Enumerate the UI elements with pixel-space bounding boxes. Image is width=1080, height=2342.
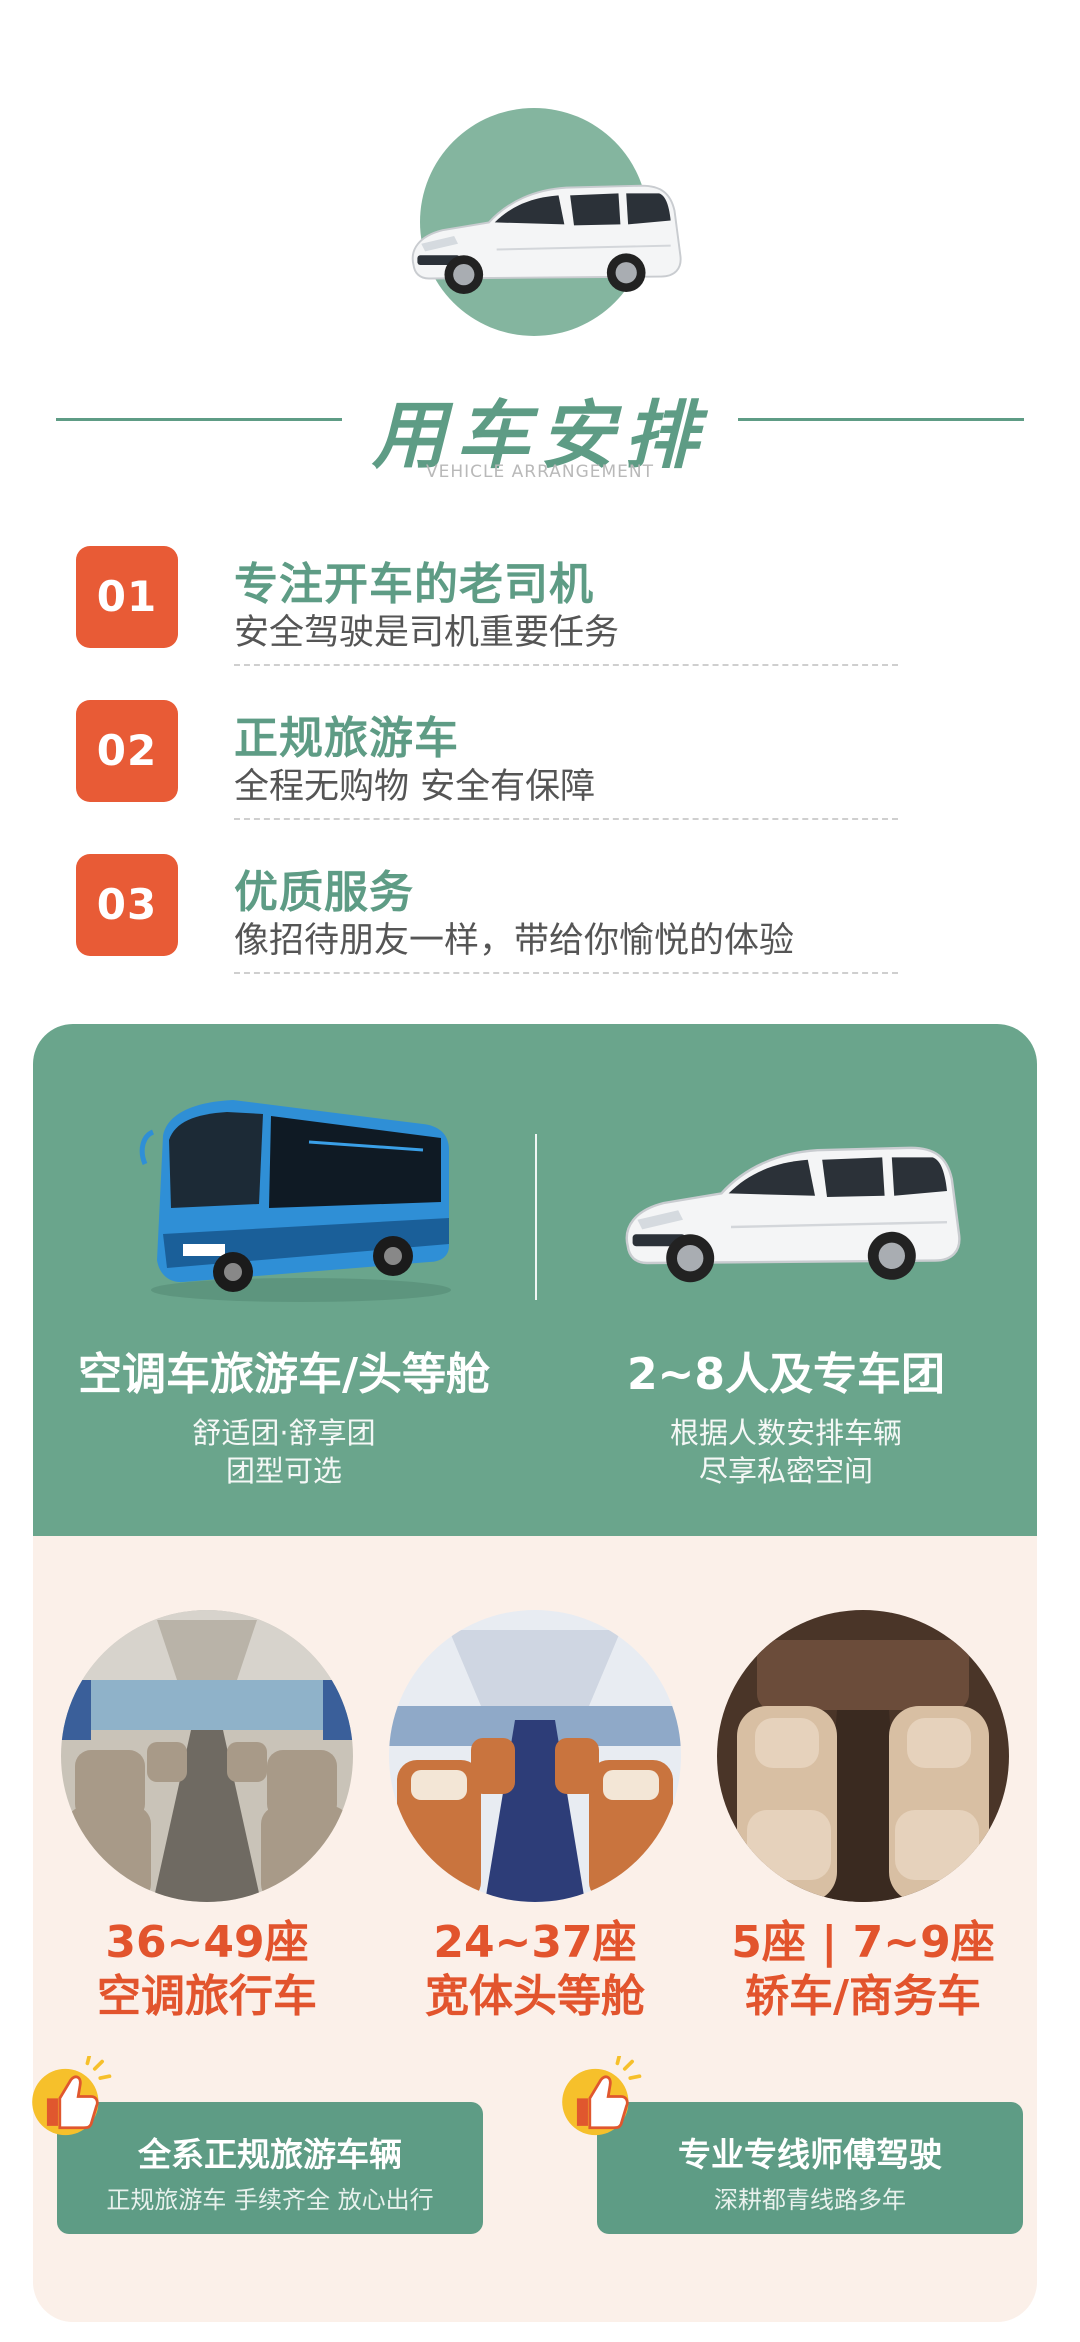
feature-description: 安全驾驶是司机重要任务 (234, 613, 620, 653)
coach-bus-image (139, 1100, 451, 1302)
feature-divider (234, 664, 898, 666)
page-subtitle: VEHICLE ARRANGEMENT (426, 462, 654, 482)
feature-number-badge: 01 (76, 546, 178, 648)
section-title: 用车安排 VEHICLE ARRANGEMENT (56, 378, 1024, 482)
feature-number-badge: 03 (76, 854, 178, 956)
vehicle-options-card: 空调车旅游车/头等舱 舒适团·舒享团 团型可选 2~8人及专车团 根据人数安排车… (33, 1024, 1037, 1536)
badge-regular-vehicles: 全系正规旅游车辆 正规旅游车 手续齐全 放心出行 (57, 2102, 483, 2234)
vehicle-option-detail: 舒适团·舒享团 (192, 1416, 376, 1450)
vehicle-option-detail: 团型可选 (225, 1454, 342, 1488)
seat-count: 24~37座 (433, 1917, 637, 1968)
feature-number-badge: 02 (76, 700, 178, 802)
vehicle-option-title: 2~8人及专车团 (626, 1349, 946, 1400)
feature-item: 03 优质服务 像招待朋友一样，带给你愉悦的体验 (76, 854, 906, 1004)
thumbs-up-icon (560, 2056, 642, 2137)
feature-title: 正规旅游车 (234, 713, 459, 764)
feature-description: 像招待朋友一样，带给你愉悦的体验 (234, 921, 795, 961)
thumbs-up-icon (30, 2056, 112, 2137)
badge-subtitle: 正规旅游车 手续齐全 放心出行 (106, 2186, 434, 2214)
badge-title: 专业专线师傅驾驶 (678, 2135, 942, 2174)
vehicle-option-minivan: 2~8人及专车团 根据人数安排车辆 尽享私密空间 (535, 1024, 1037, 1536)
minivan-image (411, 184, 682, 295)
first-class-interior-image (389, 1610, 681, 1902)
minivan-image (625, 1146, 961, 1284)
vehicle-option-title: 空调车旅游车/头等舱 (77, 1349, 491, 1400)
seat-vehicle-type: 轿车/商务车 (744, 1971, 982, 2022)
seat-option: 24~37座 宽体头等舱 (385, 1610, 685, 2024)
business-van-interior-image (717, 1610, 1009, 1902)
bus-interior-image (61, 1610, 353, 1902)
vehicle-option-detail: 根据人数安排车辆 (669, 1416, 902, 1450)
seat-vehicle-type: 宽体头等舱 (425, 1971, 645, 2022)
vehicle-option-detail: 尽享私密空间 (698, 1454, 873, 1488)
seat-count: 5座 | 7~9座 (731, 1917, 995, 1968)
badge-title: 全系正规旅游车辆 (138, 2135, 402, 2174)
feature-description: 全程无购物 安全有保障 (234, 767, 596, 807)
feature-item: 01 专注开车的老司机 安全驾驶是司机重要任务 (76, 546, 906, 696)
seat-option: 36~49座 空调旅行车 (57, 1610, 357, 2024)
feature-title: 优质服务 (234, 867, 414, 918)
seat-option: 5座 | 7~9座 轿车/商务车 (713, 1610, 1013, 2024)
seat-vehicle-type: 空调旅行车 (97, 1971, 317, 2022)
feature-divider (234, 972, 898, 974)
seat-options-card: 36~49座 空调旅行车 24~37座 宽体头等舱 5座 | 7~9座 轿车/商… (30, 1536, 1037, 2322)
seat-count: 36~49座 (105, 1917, 309, 1968)
feature-item: 02 正规旅游车 全程无购物 安全有保障 (76, 700, 906, 850)
badge-professional-driver: 专业专线师傅驾驶 深耕都青线路多年 (597, 2102, 1023, 2234)
badge-subtitle: 深耕都青线路多年 (714, 2186, 906, 2214)
feature-divider (234, 818, 898, 820)
feature-title: 专注开车的老司机 (234, 559, 594, 610)
vehicle-option-coach: 空调车旅游车/头等舱 舒适团·舒享团 团型可选 (33, 1024, 535, 1536)
